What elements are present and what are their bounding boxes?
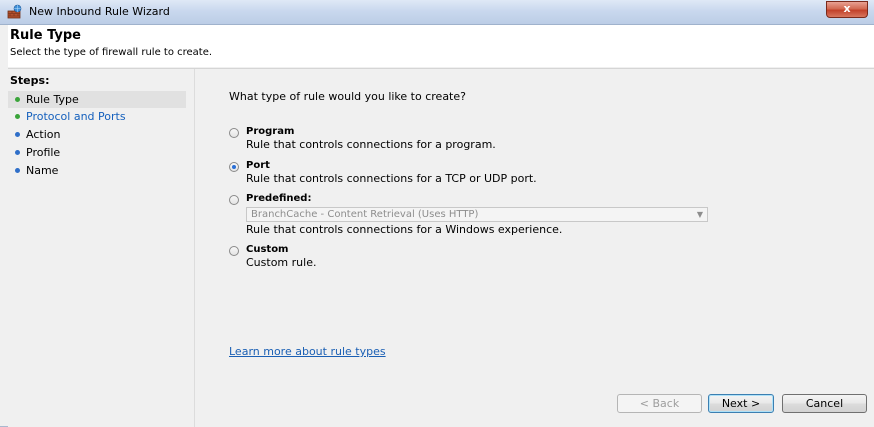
program-radio[interactable] [229, 128, 239, 138]
steps-panel: Steps: Rule Type Protocol and Ports Acti… [8, 69, 195, 427]
rule-type-question: What type of rule would you like to crea… [229, 90, 466, 103]
predefined-description: Rule that controls connections for a Win… [246, 223, 563, 236]
wizard-window: New Inbound Rule Wizard x Rule Type Sele… [0, 0, 874, 427]
option-custom[interactable]: Custom Custom rule. [229, 244, 709, 274]
step-label: Action [26, 128, 61, 141]
cancel-button[interactable]: Cancel [782, 394, 867, 413]
main-panel: What type of rule would you like to crea… [195, 69, 874, 427]
step-name: Name [8, 162, 186, 179]
step-bullet-icon [15, 114, 20, 119]
option-description: Rule that controls connections for a TCP… [246, 172, 537, 185]
step-profile: Profile [8, 144, 186, 161]
predefined-dropdown[interactable]: BranchCache - Content Retrieval (Uses HT… [246, 207, 708, 222]
option-program[interactable]: Program Rule that controls connections f… [229, 126, 709, 156]
custom-radio[interactable] [229, 246, 239, 256]
port-radio[interactable] [229, 162, 239, 172]
step-bullet-icon [15, 168, 20, 173]
step-label[interactable]: Protocol and Ports [26, 108, 126, 125]
step-label: Name [26, 164, 59, 177]
option-description: Rule that controls connections for a pro… [246, 138, 496, 151]
window-title: New Inbound Rule Wizard [29, 5, 170, 18]
option-title[interactable]: Custom [246, 244, 288, 255]
chevron-down-icon: ▼ [696, 210, 703, 219]
option-title[interactable]: Predefined: [246, 193, 311, 204]
dropdown-value: BranchCache - Content Retrieval (Uses HT… [251, 209, 479, 220]
option-title[interactable]: Program [246, 126, 294, 137]
step-protocol-and-ports[interactable]: Protocol and Ports [8, 108, 186, 125]
step-bullet-icon [15, 97, 20, 102]
step-rule-type: Rule Type [8, 91, 186, 108]
page-title: Rule Type [10, 28, 81, 43]
page-subtitle: Select the type of firewall rule to crea… [10, 47, 213, 58]
title-bar[interactable]: New Inbound Rule Wizard x [0, 0, 874, 25]
step-label: Rule Type [26, 93, 79, 106]
learn-more-link[interactable]: Learn more about rule types [229, 345, 386, 358]
step-label: Profile [26, 146, 61, 159]
close-button[interactable]: x [826, 1, 868, 18]
steps-heading: Steps: [10, 74, 50, 87]
wizard-content: Steps: Rule Type Protocol and Ports Acti… [8, 68, 874, 427]
step-action: Action [8, 126, 186, 143]
step-bullet-icon [15, 150, 20, 155]
next-button[interactable]: Next > [708, 394, 774, 413]
wizard-header: Rule Type Select the type of firewall ru… [8, 25, 874, 67]
predefined-radio[interactable] [229, 195, 239, 205]
firewall-icon [7, 4, 22, 19]
back-button[interactable]: < Back [617, 394, 702, 413]
option-title[interactable]: Port [246, 160, 270, 171]
option-port[interactable]: Port Rule that controls connections for … [229, 160, 709, 190]
step-bullet-icon [15, 132, 20, 137]
option-description: Custom rule. [246, 256, 317, 269]
